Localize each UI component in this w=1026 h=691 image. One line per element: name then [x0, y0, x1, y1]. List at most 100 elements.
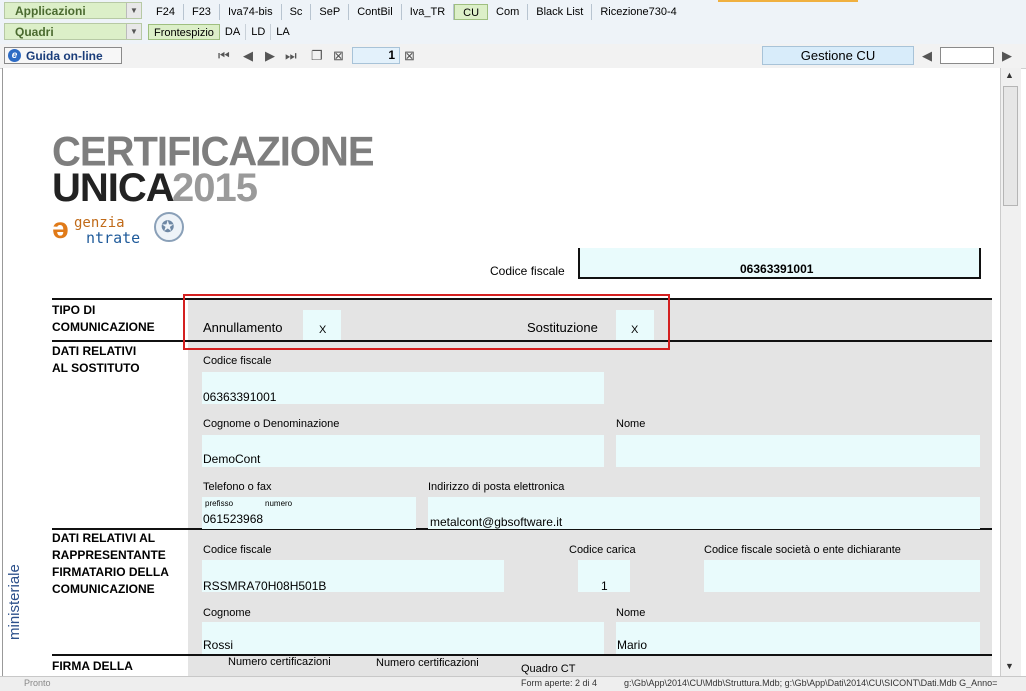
applicazioni-dropdown[interactable]: Applicazioni ▼ — [4, 2, 142, 19]
rapp-nome-field[interactable] — [616, 622, 980, 654]
rapp-cognome-label: Cognome — [203, 607, 251, 619]
tab-da[interactable]: DA — [220, 24, 247, 40]
num-cert-2-label: Numero certificazioni — [376, 657, 479, 669]
ministeriale-label: ministeriale — [6, 564, 23, 640]
rapp-title-line1: DATI RELATIVI AL — [52, 531, 156, 545]
status-text: Pronto — [24, 678, 51, 688]
rapp-nome-label: Nome — [616, 607, 646, 619]
republic-seal-icon: ✪ — [154, 212, 184, 242]
sostituto-nome-field[interactable] — [616, 435, 980, 467]
tab-iva-tr[interactable]: Iva_TR — [402, 4, 455, 20]
carica-value: 1 — [601, 579, 608, 593]
email-value: metalcont@gbsoftware.it — [430, 515, 563, 529]
tab-com[interactable]: Com — [488, 4, 529, 20]
gestione-cu-button[interactable]: Gestione CU — [762, 46, 914, 65]
tab-iva74bis[interactable]: Iva74-bis — [220, 4, 282, 20]
tipo-title-line2: COMUNICAZIONE — [52, 320, 155, 334]
rapp-title-line3: FIRMATARIO DELLA — [52, 565, 169, 579]
applicazioni-label: Applicazioni — [15, 4, 86, 18]
last-page-icon[interactable]: ⏭ — [285, 48, 297, 64]
telefono-value: 061523968 — [203, 512, 264, 526]
status-path: g:\Gb\App\2014\CU\Mdb\Struttura.Mdb; g:\… — [624, 678, 998, 688]
numero-label: numero — [265, 499, 293, 508]
email-label: Indirizzo di posta elettronica — [428, 481, 565, 493]
tipo-section-title: TIPO DI COMUNICAZIONE — [52, 302, 155, 336]
entrate-text: ntrate — [86, 229, 141, 247]
quadri-dropdown[interactable]: Quadri ▼ — [4, 23, 142, 40]
page-number-field[interactable]: 1 — [352, 47, 400, 64]
prefisso-label: prefisso — [205, 499, 234, 508]
prev-page-icon[interactable]: ◀ — [243, 48, 253, 64]
top-bar: Applicazioni ▼ Quadri ▼ F24 F23 Iva74-bi… — [0, 0, 1026, 44]
first-page-icon[interactable]: ⏮ — [218, 48, 230, 64]
sostituto-cognome-field[interactable] — [202, 435, 604, 467]
sub-tabs: Frontespizio DA LD LA — [148, 24, 295, 42]
logo-year: 2015 — [172, 166, 258, 210]
header-cf-label: Codice fiscale — [490, 264, 565, 278]
cf-societa-label: Codice fiscale società o ente dichiarant… — [704, 544, 901, 556]
highlight-box — [183, 294, 670, 350]
accent-bar — [718, 0, 858, 2]
navigation-input[interactable] — [940, 47, 994, 64]
delete-page-icon[interactable]: ⊠ — [333, 48, 344, 64]
scroll-down-icon[interactable]: ▼ — [1005, 661, 1014, 671]
vertical-scrollbar[interactable]: ▲ ▼ — [1000, 68, 1021, 676]
guida-online-button[interactable]: e Guida on-line — [4, 47, 122, 64]
logo-unica: UNICA — [52, 166, 175, 210]
tab-f23[interactable]: F23 — [184, 4, 220, 20]
sostituto-cognome-value: DemoCont — [203, 452, 261, 466]
guida-label: Guida on-line — [26, 49, 103, 63]
rapp-title-line2: RAPPRESENTANTE — [52, 548, 166, 562]
tab-ld[interactable]: LD — [246, 24, 272, 40]
rapp-cf-value: RSSMRA70H08H501B — [203, 579, 327, 593]
quadro-ct-label: Quadro CT — [521, 663, 576, 675]
tab-cu[interactable]: CU — [454, 4, 489, 20]
rappresentante-section-title: DATI RELATIVI AL RAPPRESENTANTE FIRMATAR… — [52, 530, 169, 598]
agenzia-logo-icon: ə — [52, 212, 69, 245]
tab-f24[interactable]: F24 — [148, 4, 184, 20]
tab-black-list[interactable]: Black List — [528, 4, 593, 20]
cf-societa-field[interactable] — [704, 560, 980, 592]
tipo-title-line1: TIPO DI — [52, 303, 96, 317]
cf-box-bottom — [578, 277, 981, 279]
sostituto-cf-value: 06363391001 — [203, 390, 277, 404]
status-forms: Form aperte: 2 di 4 — [521, 678, 598, 688]
next-page-icon[interactable]: ▶ — [265, 48, 275, 64]
carica-label: Codice carica — [569, 544, 636, 556]
sostituto-nome-label: Nome — [616, 418, 646, 430]
sostituto-title-line2: AL SOSTITUTO — [52, 361, 140, 375]
rapp-cf-label: Codice fiscale — [203, 544, 272, 556]
next-icon[interactable]: ▶ — [1002, 48, 1012, 64]
scroll-thumb[interactable] — [1003, 86, 1018, 206]
num-cert-1-label: Numero certificazioni — [228, 656, 331, 668]
sostituto-title-line1: DATI RELATIVI — [52, 344, 137, 358]
tab-contbil[interactable]: ContBil — [349, 4, 402, 20]
firma-section-title: FIRMA DELLA — [52, 659, 133, 673]
sostituto-cognome-label: Cognome o Denominazione — [203, 418, 340, 430]
telefono-label: Telefono o fax — [203, 481, 272, 493]
tab-la[interactable]: LA — [271, 24, 294, 40]
tab-sep[interactable]: SeP — [311, 4, 350, 20]
quadri-label: Quadri — [15, 25, 54, 39]
scroll-up-icon[interactable]: ▲ — [1005, 70, 1014, 80]
status-bar: Pronto Form aperte: 2 di 4 g:\Gb\App\201… — [0, 676, 1026, 691]
tab-ricezione730[interactable]: Ricezione730-4 — [592, 4, 684, 20]
prev-icon[interactable]: ◀ — [922, 48, 932, 64]
rapp-cognome-value: Rossi — [203, 638, 234, 652]
browser-icon: e — [8, 49, 21, 62]
new-page-icon[interactable]: ❐ — [311, 48, 323, 64]
main-tabs: F24 F23 Iva74-bis Sc SeP ContBil Iva_TR … — [148, 4, 685, 22]
cf-box-right — [979, 248, 981, 278]
rapp-title-line4: COMUNICAZIONE — [52, 582, 155, 596]
sostituto-section-title: DATI RELATIVI AL SOSTITUTO — [52, 343, 140, 377]
sostituto-cf-label: Codice fiscale — [203, 355, 272, 367]
header-cf-value: 06363391001 — [740, 262, 814, 276]
clear-page-icon[interactable]: ⊠ — [404, 48, 415, 64]
tab-sc[interactable]: Sc — [282, 4, 312, 20]
chevron-down-icon[interactable]: ▼ — [126, 24, 141, 39]
cf-box-left — [578, 248, 580, 278]
rapp-cognome-field[interactable] — [202, 622, 604, 654]
chevron-down-icon[interactable]: ▼ — [126, 3, 141, 18]
tab-frontespizio[interactable]: Frontespizio — [148, 24, 220, 40]
rapp-nome-value: Mario — [617, 638, 648, 652]
